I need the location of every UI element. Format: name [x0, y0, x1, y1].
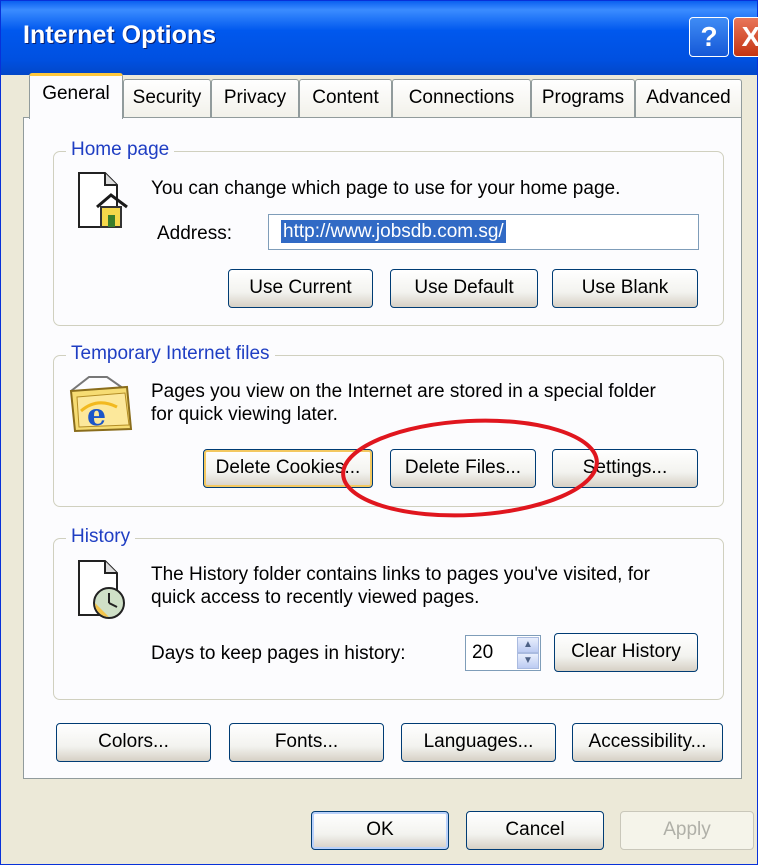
annotation-ellipse [341, 418, 599, 518]
annotation-overlay [341, 418, 599, 518]
tab-general[interactable]: General [29, 73, 123, 119]
